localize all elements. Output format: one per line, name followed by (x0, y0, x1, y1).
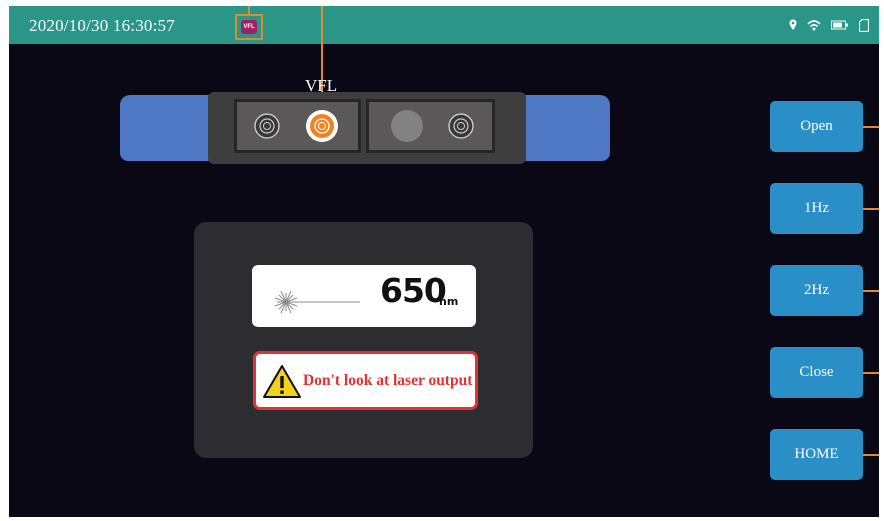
laser-warning: Don't look at laser output (253, 351, 478, 410)
vfl-status-indicator[interactable]: VFL (235, 14, 263, 40)
warning-text: Don't look at laser output (303, 372, 473, 389)
warning-icon (263, 365, 301, 398)
laser-port-icon[interactable] (306, 110, 338, 142)
port-panel-right (366, 99, 495, 153)
connector-port-icon (254, 113, 280, 139)
blank-port-icon (391, 110, 423, 142)
callout-line-close (863, 372, 879, 374)
device-left-cap (120, 95, 220, 161)
battery-icon (831, 20, 848, 30)
laser-beam-icon (274, 290, 360, 314)
sd-card-icon (859, 18, 869, 32)
callout-line-2hz (863, 290, 879, 292)
2hz-button[interactable]: 2Hz (770, 265, 863, 316)
1hz-button[interactable]: 1Hz (770, 183, 863, 234)
open-button[interactable]: Open (770, 101, 863, 152)
port-panel-left (234, 99, 361, 153)
vfl-badge-icon: VFL (241, 20, 257, 34)
wavelength-value: 650 (380, 271, 447, 310)
close-button[interactable]: Close (770, 347, 863, 398)
system-icons (789, 17, 869, 33)
datetime-label: 2020/10/30 16:30:57 (29, 16, 175, 35)
callout-line-open (863, 126, 879, 128)
callout-line-badge (248, 6, 250, 14)
wavelength-unit: nm (439, 295, 459, 308)
wavelength-display: 650 nm (252, 265, 476, 327)
callout-line-1hz (863, 208, 879, 210)
wifi-icon (807, 20, 821, 31)
connector-port-icon (448, 113, 474, 139)
device-right-cap (514, 95, 610, 161)
info-panel (194, 222, 533, 458)
device-screen: 2020/10/30 16:30:57 VFL VFL 650 nm Don't… (9, 6, 879, 517)
location-icon (789, 19, 797, 30)
home-button[interactable]: HOME (770, 429, 863, 480)
callout-line-home (863, 454, 879, 456)
status-bar: 2020/10/30 16:30:57 VFL (9, 6, 879, 44)
